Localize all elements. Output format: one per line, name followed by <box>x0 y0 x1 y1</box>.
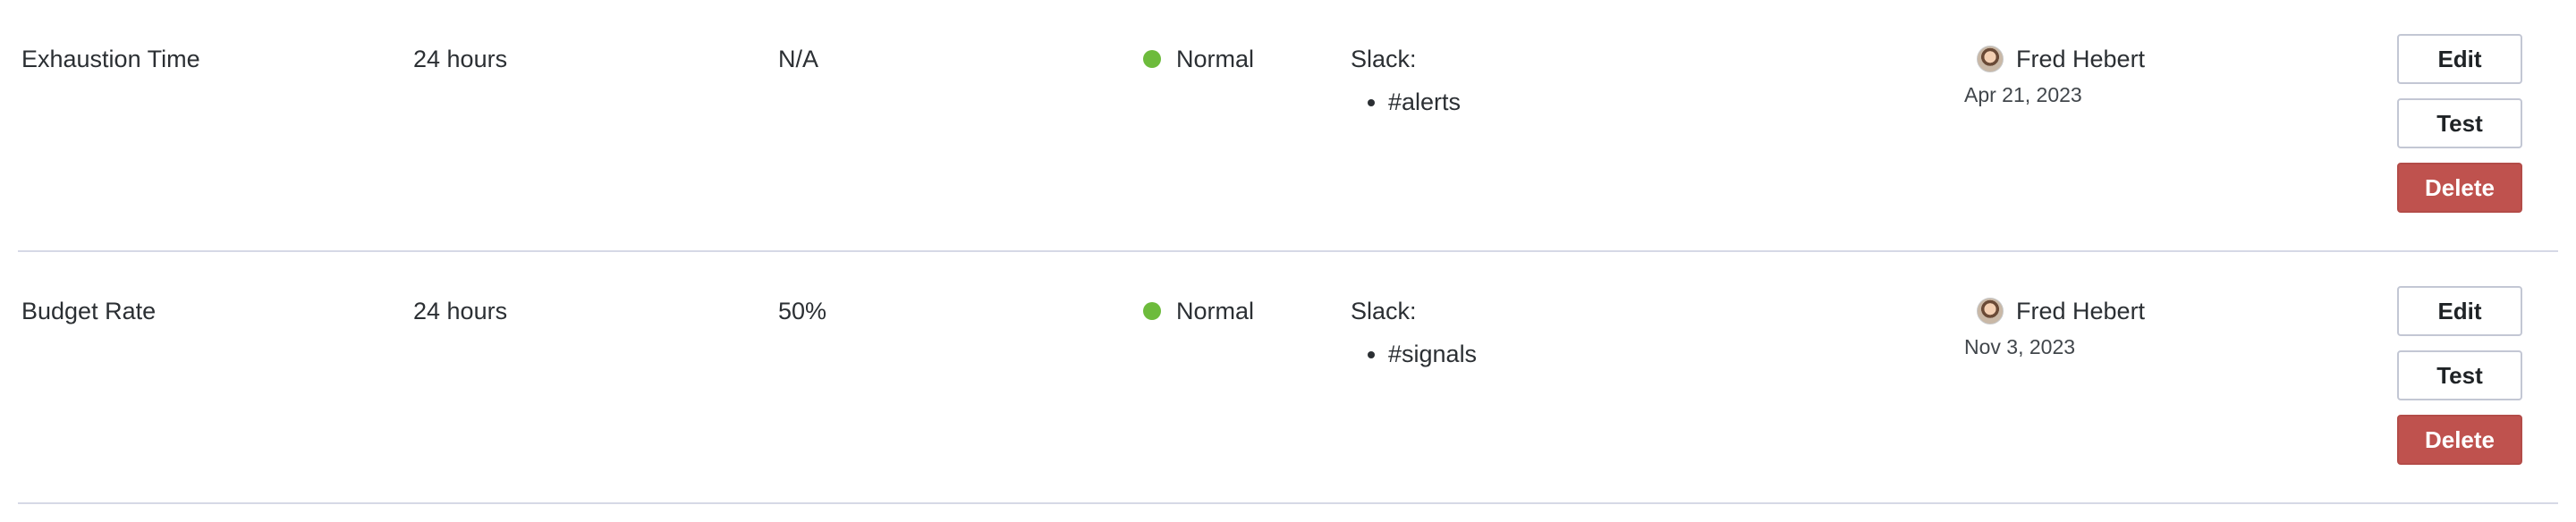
row-actions: Edit Test Delete <box>2397 34 2522 227</box>
avatar <box>1977 46 2004 72</box>
alert-type: Budget Rate <box>21 298 157 324</box>
owner-name: Fred Hebert <box>2016 46 2146 72</box>
alert-threshold: 50% <box>778 298 827 324</box>
alert-type: Exhaustion Time <box>21 46 200 72</box>
burn-alerts-table: Exhaustion Time 24 hours N/A Normal Slac… <box>18 0 2558 504</box>
owner-date: Nov 3, 2023 <box>1964 335 2076 358</box>
alert-threshold: N/A <box>778 46 819 72</box>
alert-state: Normal <box>1143 294 1254 328</box>
delete-button[interactable]: Delete <box>2397 415 2522 465</box>
notification-type: Slack: <box>1351 298 1417 324</box>
delete-button[interactable]: Delete <box>2397 163 2522 213</box>
status-dot-icon <box>1143 302 1161 320</box>
avatar <box>1977 298 2004 324</box>
alert-window: 24 hours <box>413 298 508 324</box>
test-button[interactable]: Test <box>2397 350 2522 400</box>
table-row: Exhaustion Time 24 hours N/A Normal Slac… <box>18 0 2558 252</box>
status-dot-icon <box>1143 50 1161 68</box>
channel-item: #signals <box>1388 337 1477 371</box>
edit-button[interactable]: Edit <box>2397 286 2522 336</box>
alert-state-label: Normal <box>1176 298 1255 324</box>
alert-window: 24 hours <box>413 46 508 72</box>
notification-type: Slack: <box>1351 46 1417 72</box>
channel-list: #alerts <box>1351 85 1461 119</box>
owner-line: Fred Hebert <box>1964 294 2145 328</box>
row-actions: Edit Test Delete <box>2397 286 2522 479</box>
owner-name: Fred Hebert <box>2016 298 2146 324</box>
test-button[interactable]: Test <box>2397 98 2522 148</box>
edit-button[interactable]: Edit <box>2397 34 2522 84</box>
owner-date: Apr 21, 2023 <box>1964 83 2082 106</box>
owner-cell: Fred Hebert Nov 3, 2023 <box>1964 294 2145 360</box>
alert-state-label: Normal <box>1176 46 1255 72</box>
channel-item: #alerts <box>1388 85 1461 119</box>
table-row: Budget Rate 24 hours 50% Normal Slack: #… <box>18 252 2558 504</box>
alert-state: Normal <box>1143 42 1254 76</box>
channel-list: #signals <box>1351 337 1477 371</box>
owner-line: Fred Hebert <box>1964 42 2145 76</box>
notification-recipients: Slack: #signals <box>1351 294 1477 371</box>
notification-recipients: Slack: #alerts <box>1351 42 1461 119</box>
owner-cell: Fred Hebert Apr 21, 2023 <box>1964 42 2145 108</box>
